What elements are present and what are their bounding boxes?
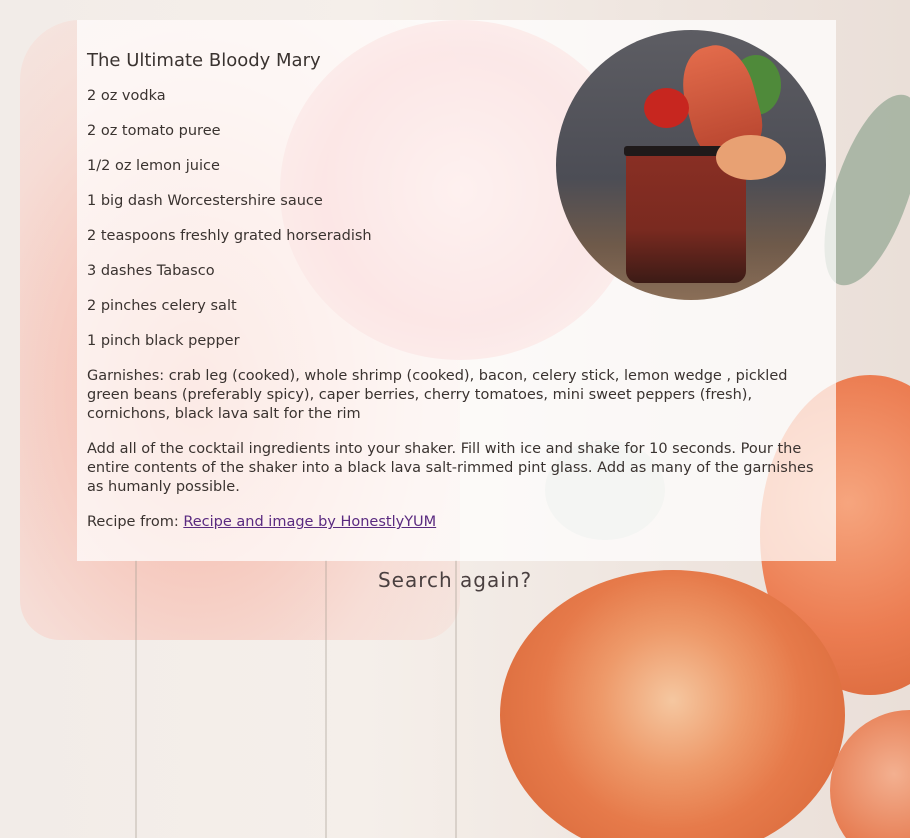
garnishes-text: Garnishes: crab leg (cooked), whole shri…: [87, 368, 788, 422]
recipe-card: The Ultimate Bloody Mary 2 oz vodka 2 oz…: [77, 20, 836, 561]
instructions-text: Add all of the cocktail ingredients into…: [87, 441, 814, 495]
background-plank-line: [455, 560, 457, 838]
recipe-source: Recipe from: Recipe and image by Honestl…: [87, 513, 826, 532]
source-label: Recipe from:: [87, 514, 184, 530]
recipe-image: [556, 30, 826, 300]
background-plank-line: [325, 560, 327, 838]
ingredient-item: 1 pinch black pepper: [87, 333, 240, 349]
background-plank-line: [135, 560, 137, 838]
image-pepper: [644, 88, 689, 128]
source-link[interactable]: Recipe and image by HonestlyYUM: [183, 514, 436, 530]
image-shrimp: [716, 135, 786, 180]
search-again-link[interactable]: Search again?: [0, 568, 910, 592]
ingredient-item: 2 pinches celery salt: [87, 298, 237, 314]
